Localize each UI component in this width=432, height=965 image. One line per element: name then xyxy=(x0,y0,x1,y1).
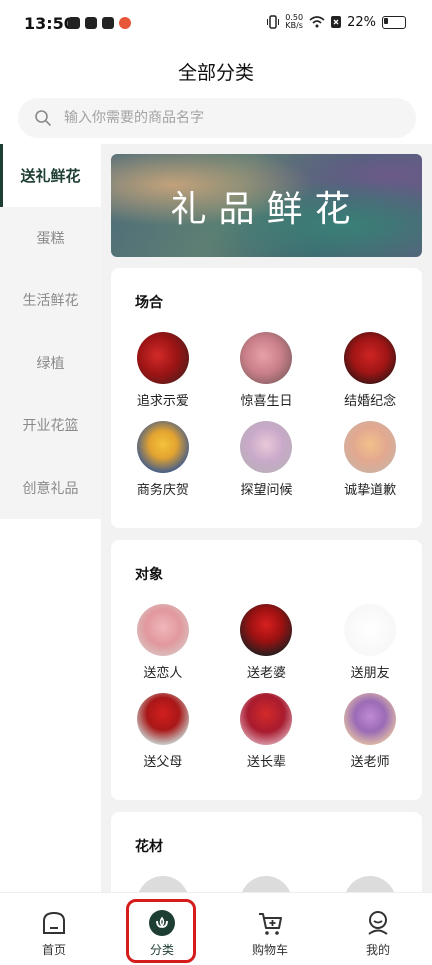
product-thumbnail xyxy=(136,693,189,745)
tab-profile[interactable]: 我的 xyxy=(324,893,432,965)
section-occasion: 场合 追求示爱 惊喜生日 结婚纪念 商务庆贺 探望问候 诚挚道歉 xyxy=(111,268,422,528)
product-thumbnail xyxy=(344,332,397,384)
network-speed: 0.50 KB/s xyxy=(285,13,304,30)
product-thumbnail xyxy=(344,876,397,892)
subcategory-item[interactable]: 送老婆 xyxy=(215,604,319,681)
sidebar-item-opening-baskets[interactable]: 开业花篮 xyxy=(0,394,101,457)
subcategory-item[interactable] xyxy=(318,876,422,892)
product-thumbnail xyxy=(136,876,189,892)
sidebar-item-daily-flowers[interactable]: 生活鲜花 xyxy=(0,269,101,332)
section-grid xyxy=(111,876,422,892)
tab-label: 首页 xyxy=(41,943,66,957)
sidebar-item-cake[interactable]: 蛋糕 xyxy=(0,206,101,269)
product-thumbnail xyxy=(344,421,397,473)
section-grid: 送恋人 送老婆 送朋友 送父母 送长辈 送老师 xyxy=(111,604,422,770)
sidebar-item-green-plants[interactable]: 绿植 xyxy=(0,331,101,394)
subcategory-item[interactable]: 送长辈 xyxy=(215,693,319,770)
section-flower-material: 花材 xyxy=(111,812,422,892)
search-bar[interactable] xyxy=(18,98,416,138)
category-content: 礼品鲜花 场合 追求示爱 惊喜生日 结婚纪念 商务庆贺 探望问候 诚挚道歉 对象… xyxy=(101,144,432,892)
category-banner[interactable]: 礼品鲜花 xyxy=(111,154,422,257)
section-title: 对象 xyxy=(135,567,163,583)
product-thumbnail xyxy=(240,604,293,656)
no-sim-icon xyxy=(331,16,342,28)
banner-text: 礼品鲜花 xyxy=(170,188,363,230)
product-thumbnail xyxy=(344,604,397,656)
subcategory-item[interactable]: 送父母 xyxy=(111,693,215,770)
subcategory-item[interactable]: 惊喜生日 xyxy=(215,332,319,409)
subcategory-item[interactable]: 追求示爱 xyxy=(111,332,215,409)
search-input[interactable] xyxy=(62,109,386,127)
product-thumbnail xyxy=(344,693,397,745)
subcategory-item[interactable]: 诚挚道歉 xyxy=(318,421,422,498)
search-icon xyxy=(35,110,51,126)
tab-cart[interactable]: 购物车 xyxy=(216,893,324,965)
link-app-icon xyxy=(102,17,114,29)
tab-home[interactable]: 首页 xyxy=(0,893,108,965)
status-right: 0.50 KB/s 22% xyxy=(267,14,406,30)
product-thumbnail xyxy=(136,604,189,656)
subcategory-item[interactable]: 送恋人 xyxy=(111,604,215,681)
product-thumbnail xyxy=(240,421,293,473)
product-thumbnail xyxy=(136,421,189,473)
sidebar-item-creative-gifts[interactable]: 创意礼品 xyxy=(0,456,101,519)
product-thumbnail xyxy=(136,332,189,384)
tab-label: 购物车 xyxy=(251,943,288,957)
product-thumbnail xyxy=(240,876,293,892)
subcategory-item[interactable]: 商务庆贺 xyxy=(111,421,215,498)
tab-label: 我的 xyxy=(365,943,390,957)
section-grid: 追求示爱 惊喜生日 结婚纪念 商务庆贺 探望问候 诚挚道歉 xyxy=(111,332,422,498)
cart-icon xyxy=(259,913,282,935)
subcategory-item[interactable]: 送老师 xyxy=(318,693,422,770)
weibo-icon xyxy=(119,17,131,29)
subcategory-item[interactable]: 送朋友 xyxy=(318,604,422,681)
highlight-annotation xyxy=(126,899,196,963)
section-recipient: 对象 送恋人 送老婆 送朋友 送父母 送长辈 送老师 xyxy=(111,540,422,800)
page-title: 全部分类 xyxy=(177,62,254,84)
section-title: 花材 xyxy=(135,839,163,855)
product-thumbnail xyxy=(240,693,293,745)
battery-percent: 22% xyxy=(347,14,376,30)
subcategory-item[interactable]: 结婚纪念 xyxy=(318,332,422,409)
profile-icon xyxy=(368,911,388,935)
wifi-icon xyxy=(309,16,325,28)
subcategory-item[interactable] xyxy=(111,876,215,892)
product-thumbnail xyxy=(240,332,293,384)
status-notification-icons xyxy=(68,17,131,29)
vibrate-icon xyxy=(267,15,280,29)
bottom-tab-bar: 首页 分类 购物车 我的 xyxy=(0,892,432,965)
section-title: 场合 xyxy=(135,295,163,311)
status-bar: 13:50 0.50 KB/s 22% xyxy=(0,0,432,50)
sidebar-item-gift-flowers[interactable]: 送礼鲜花 xyxy=(0,144,101,207)
home-icon xyxy=(43,911,65,934)
subcategory-item[interactable]: 探望问候 xyxy=(215,421,319,498)
tiktok-icon xyxy=(68,17,80,29)
category-sidebar: 送礼鲜花 蛋糕 生活鲜花 绿植 开业花篮 创意礼品 xyxy=(0,144,101,892)
mail-icon xyxy=(85,17,97,29)
subcategory-item[interactable] xyxy=(215,876,319,892)
battery-icon xyxy=(382,15,406,29)
